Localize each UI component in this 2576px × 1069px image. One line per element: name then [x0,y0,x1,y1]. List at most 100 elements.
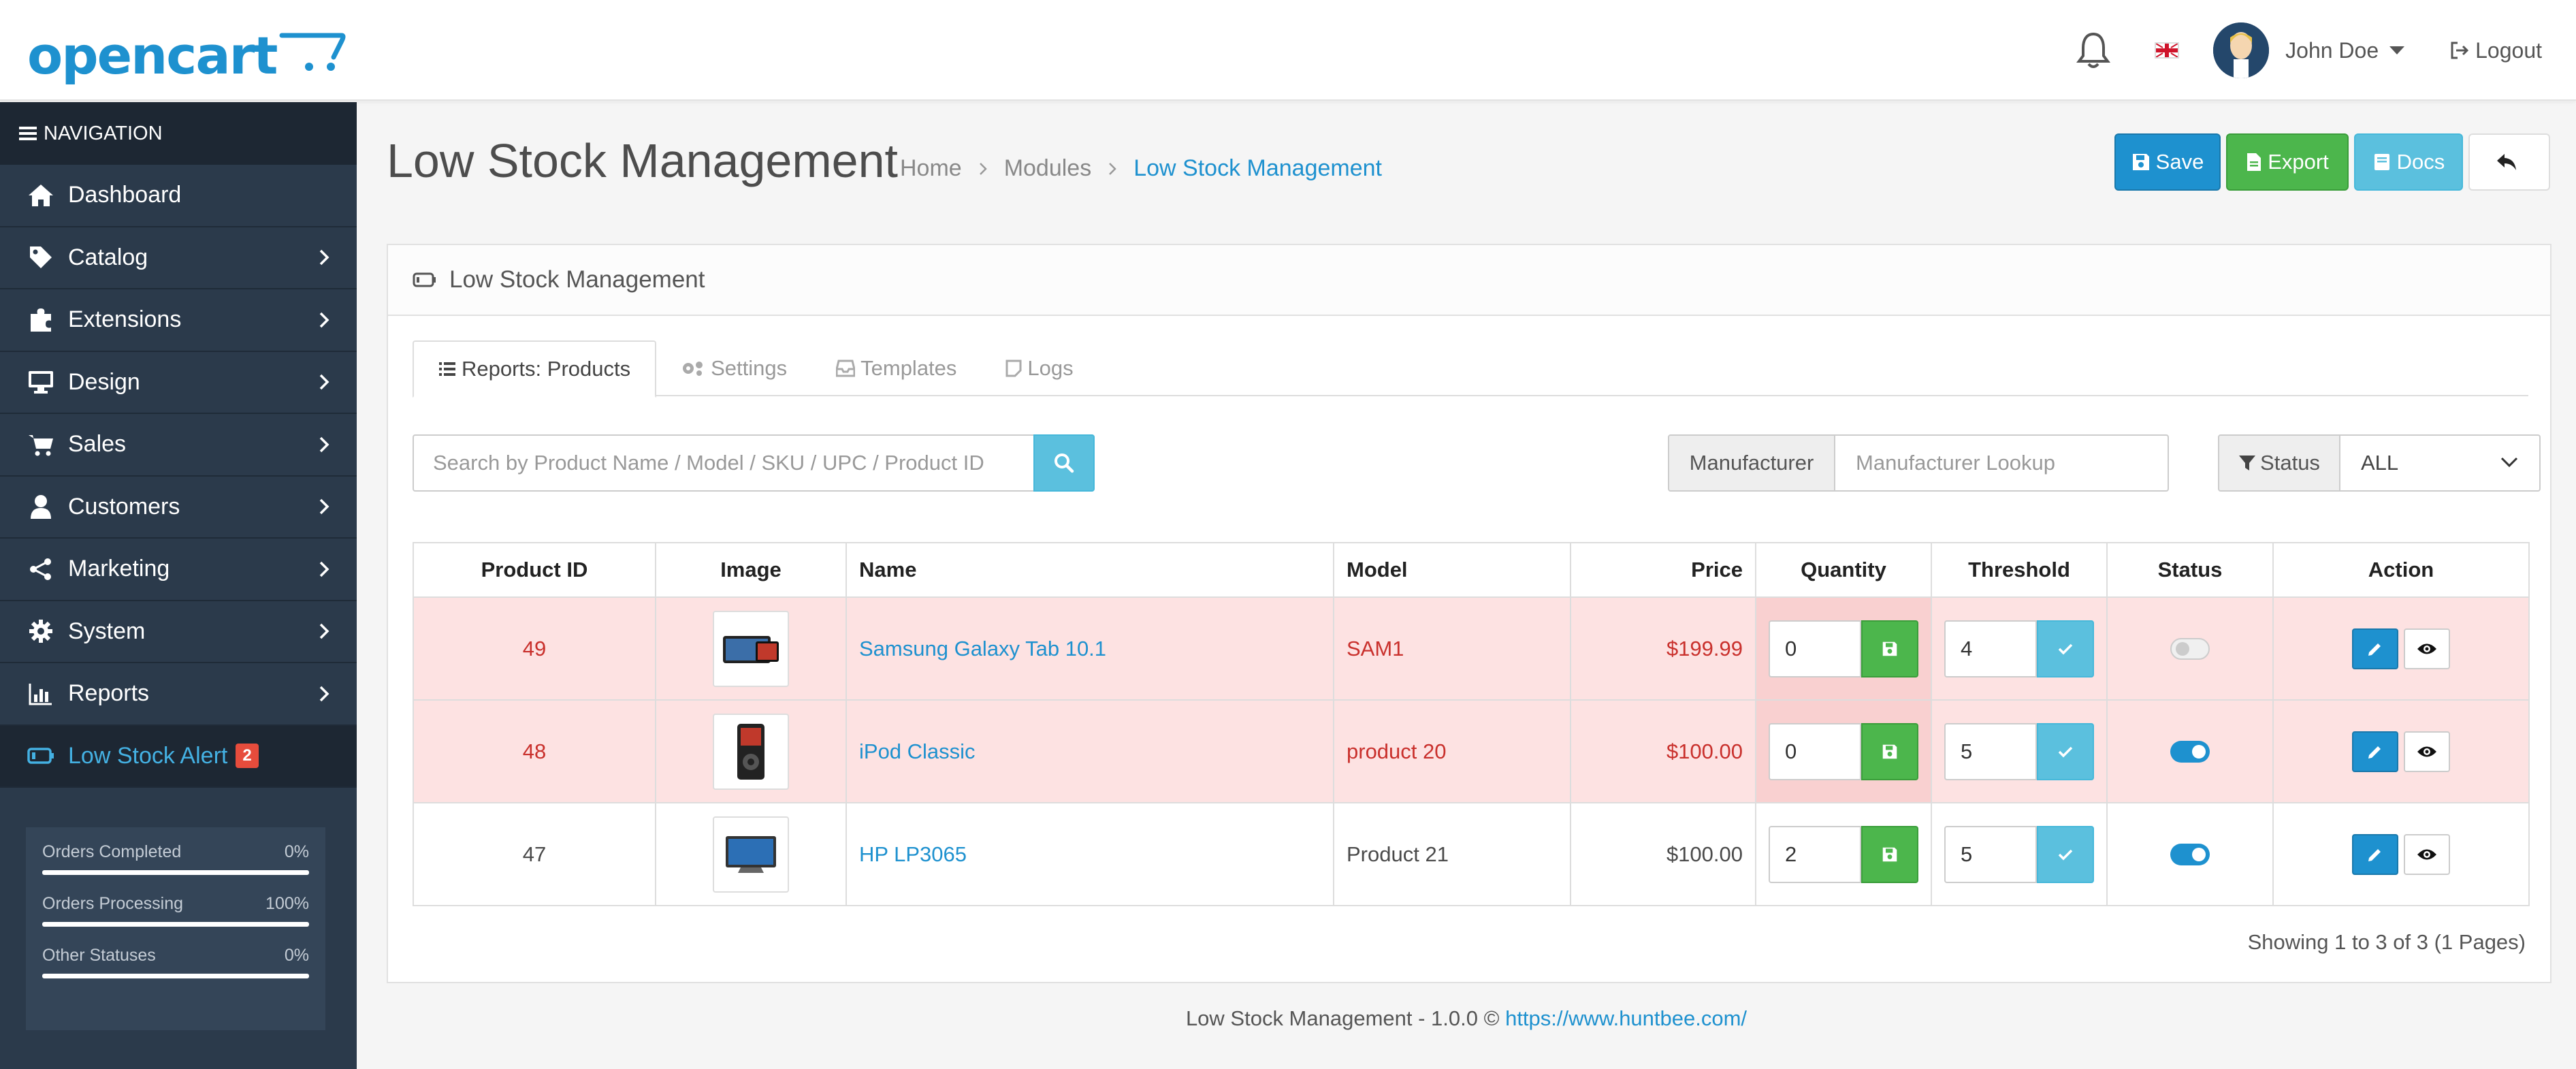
col-price[interactable]: Price [1570,542,1756,598]
stat-progress-bar [42,922,309,927]
col-model[interactable]: Model [1333,542,1571,598]
col-name[interactable]: Name [846,542,1334,598]
breadcrumb-current[interactable]: Low Stock Management [1133,155,1382,182]
view-button[interactable] [2404,833,2450,875]
sidebar-item-dashboard[interactable]: Dashboard [0,165,357,227]
edit-button[interactable] [2352,833,2398,875]
status-select-value: ALL [2361,451,2399,475]
save-quantity-button[interactable] [1861,825,1918,883]
export-button[interactable]: Export [2226,133,2349,191]
chevron-right-icon [319,561,329,577]
col-quantity[interactable]: Quantity [1755,542,1932,598]
threshold-input[interactable]: 5 [1944,825,2037,883]
cell-product-id: 47 [413,802,656,906]
status-toggle[interactable] [2170,843,2210,865]
breadcrumb-home[interactable]: Home [900,155,962,182]
cell-model: SAM1 [1333,596,1571,701]
breadcrumb: Home Modules Low Stock Management [900,155,1382,182]
stat-orders-completed: Orders Completed 0% [42,842,309,875]
user-name[interactable]: John Doe [2285,38,2379,63]
tab-bar: Reports: Products Settings Templates Log… [413,340,2528,398]
user-icon [25,490,57,523]
tab-logs[interactable]: Logs [981,340,1097,396]
floppy-icon [1882,847,1897,861]
chevron-down-icon[interactable] [2389,46,2405,54]
language-flag-icon[interactable] [2155,42,2180,59]
breadcrumb-modules[interactable]: Modules [1004,155,1092,182]
logout-link[interactable]: Logout [2449,38,2542,63]
check-icon [2058,849,2073,860]
sidebar-item-label: Reports [68,680,150,707]
sidebar-item-reports[interactable]: Reports [0,663,357,726]
sidebar-item-marketing[interactable]: Marketing [0,539,357,601]
home-icon [25,179,57,212]
save-threshold-button[interactable] [2037,825,2094,883]
battery-icon [413,272,436,287]
sidebar-item-label: Sales [68,431,127,458]
tab-reports-products[interactable]: Reports: Products [413,340,657,398]
bell-icon[interactable] [2073,30,2114,71]
col-status[interactable]: Status [2106,542,2274,598]
search-input[interactable]: Search by Product Name / Model / SKU / U… [413,434,1033,492]
stat-other-statuses: Other Statuses 0% [42,946,309,978]
col-product-id[interactable]: Product ID [413,542,656,598]
footer-link[interactable]: https://www.huntbee.com/ [1505,1006,1747,1030]
docs-button[interactable]: Docs [2354,133,2463,191]
save-quantity-button[interactable] [1861,722,1918,780]
sidebar-item-customers[interactable]: Customers [0,477,357,539]
list-icon [439,362,455,376]
col-threshold[interactable]: Threshold [1931,542,2108,598]
sidebar-item-label: Catalog [68,244,148,270]
search-button[interactable] [1033,434,1095,492]
threshold-input[interactable]: 5 [1944,722,2037,780]
avatar[interactable] [2213,22,2270,78]
chevron-right-icon [319,374,329,390]
edit-button[interactable] [2352,731,2398,772]
status-toggle[interactable] [2170,637,2210,660]
cell-status [2106,596,2274,701]
table-row: 49 Samsung Galaxy Tab 10.1 SAM1 $199.99 … [413,596,2530,701]
quantity-input[interactable]: 2 [1769,825,1861,883]
tab-label: Reports: Products [462,357,631,381]
quantity-input[interactable]: 0 [1769,722,1861,780]
inbox-icon [836,360,856,377]
eye-icon [2417,746,2436,756]
stat-value: 100% [265,894,309,913]
toolbar: Save Export Docs [2109,133,2550,191]
cell-image [655,802,847,906]
product-link[interactable]: iPod Classic [859,739,976,763]
status-select[interactable]: ALL [2339,434,2541,492]
quantity-input[interactable]: 0 [1769,620,1861,677]
sidebar-item-extensions[interactable]: Extensions [0,289,357,352]
sidebar-item-catalog[interactable]: Catalog [0,227,357,289]
check-icon [2058,746,2073,757]
manufacturer-lookup-input[interactable]: Manufacturer Lookup [1834,434,2169,492]
table-header-row: Product ID Image Name Model Price Quanti… [413,542,2530,598]
cart-logo-icon [279,33,346,71]
opencart-logo[interactable]: opencart [27,20,347,82]
tag-icon [25,241,57,274]
status-label-text: Status [2260,451,2320,475]
product-link[interactable]: HP LP3065 [859,842,967,866]
sidebar-item-system[interactable]: System [0,601,357,663]
save-threshold-button[interactable] [2037,722,2094,780]
stat-value: 0% [284,946,309,965]
product-link[interactable]: Samsung Galaxy Tab 10.1 [859,637,1106,660]
save-button[interactable]: Save [2114,133,2221,191]
sidebar-item-design[interactable]: Design [0,352,357,414]
save-threshold-button[interactable] [2037,620,2094,677]
status-toggle[interactable] [2170,740,2210,763]
tab-templates[interactable]: Templates [811,340,981,396]
edit-button[interactable] [2352,628,2398,669]
sidebar-item-label: Marketing [68,556,170,582]
back-button[interactable] [2468,133,2550,191]
pagination-info: Showing 1 to 3 of 3 (1 Pages) [2247,930,2526,954]
sidebar-item-low-stock-alert[interactable]: Low Stock Alert 2 [0,725,357,788]
sidebar-item-sales[interactable]: Sales [0,414,357,477]
save-quantity-button[interactable] [1861,620,1918,677]
tab-settings[interactable]: Settings [656,340,811,396]
view-button[interactable] [2404,628,2450,669]
view-button[interactable] [2404,731,2450,772]
footer: Low Stock Management - 1.0.0 © https://w… [357,1006,2576,1031]
threshold-input[interactable]: 4 [1944,620,2037,677]
